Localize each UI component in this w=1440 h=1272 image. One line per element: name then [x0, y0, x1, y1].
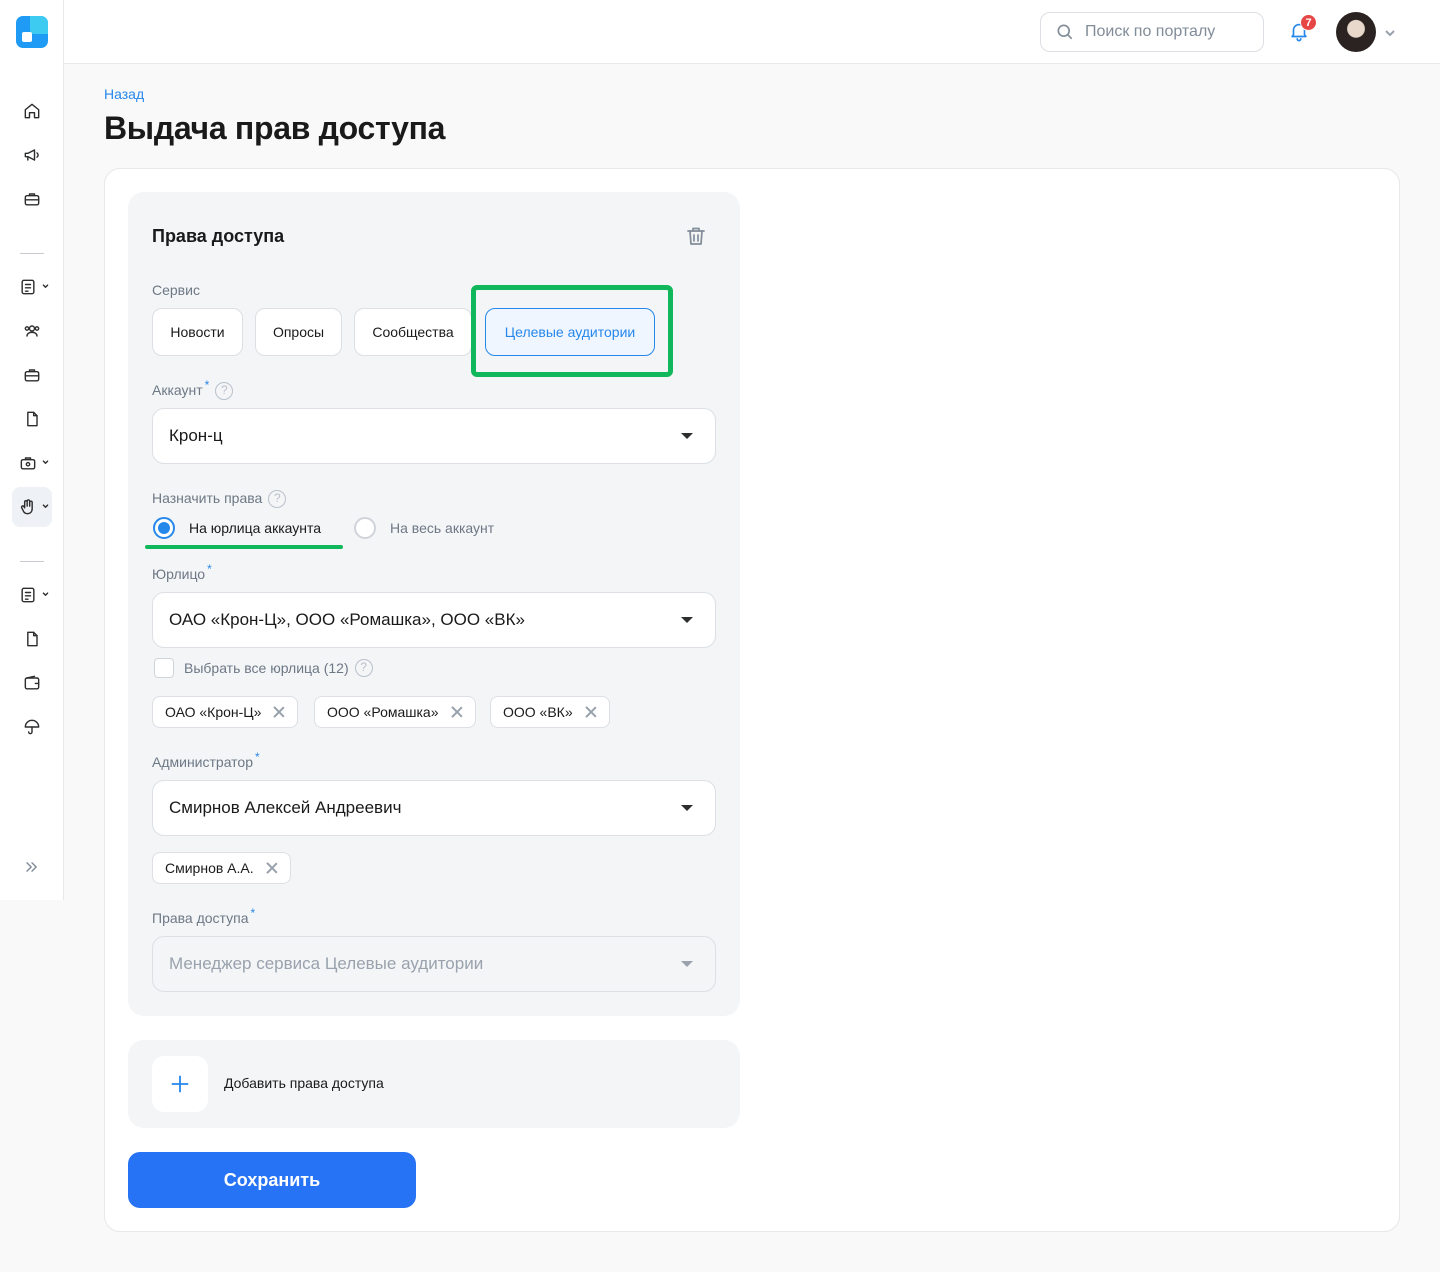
dropdown-caret-icon [681, 433, 693, 439]
trash-icon [687, 227, 705, 245]
help-icon[interactable]: ? [268, 490, 287, 509]
notifications-button[interactable]: 7 [1288, 14, 1317, 44]
select-all-label: Выбрать все юрлица (12) [184, 660, 349, 676]
sidebar-divider [20, 253, 44, 254]
close-icon[interactable] [273, 706, 285, 718]
tag-label: Смирнов А.А. [165, 860, 254, 876]
search-icon [1057, 24, 1073, 40]
document-list-icon[interactable] [12, 575, 52, 615]
plus-icon [171, 1075, 189, 1093]
add-rights-panel[interactable] [128, 1040, 740, 1128]
legal-entity-tag: ОАО «Крон-Ц» [152, 696, 299, 728]
administrator-tag: Смирнов А.А. [152, 852, 291, 884]
profile-menu-button[interactable] [1384, 26, 1396, 38]
legal-entity-tag: ООО «ВК» [490, 696, 610, 728]
legal-entity-label-text: Юрлицо [152, 566, 206, 582]
add-rights-button[interactable] [152, 1056, 208, 1112]
legal-entity-select[interactable]: ОАО «Крон-Ц», ООО «Ромашка», ООО «ВК» [152, 592, 716, 648]
service-label: Сервис [152, 282, 200, 298]
umbrella-icon[interactable] [12, 707, 52, 747]
administrator-label: Администратор * [152, 750, 260, 770]
add-rights-label[interactable]: Добавить права доступа [224, 1075, 384, 1091]
required-mark: * [255, 750, 260, 764]
page-title: Выдача прав доступа [104, 110, 446, 146]
hand-icon[interactable] [12, 487, 52, 527]
chevron-down-icon [42, 460, 49, 464]
close-icon[interactable] [266, 862, 278, 874]
radio-whole-account[interactable]: На весь аккаунт [354, 517, 494, 539]
account-value: Крон-ц [169, 426, 223, 445]
account-label: Аккаунт *? [152, 378, 234, 401]
radio-button-unchecked[interactable] [354, 517, 376, 539]
users-icon[interactable] [12, 311, 52, 351]
administrator-select[interactable]: Смирнов Алексей Андреевич [152, 780, 716, 836]
dropdown-caret-icon [681, 805, 693, 811]
radio-button-checked[interactable] [153, 517, 175, 539]
legal-entity-label: Юрлицо * [152, 562, 212, 582]
file-icon[interactable] [12, 619, 52, 659]
wallet-icon[interactable] [12, 663, 52, 703]
back-link[interactable]: Назад [104, 86, 144, 102]
help-icon[interactable]: ? [354, 659, 373, 677]
sidebar [0, 0, 64, 900]
highlight-underline [145, 545, 343, 549]
administrator-label-text: Администратор [152, 754, 254, 770]
chevron-down-icon [42, 592, 49, 596]
document-list-icon[interactable] [12, 267, 52, 307]
search-input[interactable]: Поиск по порталу [1040, 12, 1264, 52]
search-placeholder: Поиск по порталу [1085, 23, 1216, 40]
service-chip-target-audiences[interactable]: Целевые аудитории [485, 308, 655, 356]
megaphone-icon[interactable] [12, 135, 52, 175]
briefcase-icon[interactable] [12, 179, 52, 219]
close-icon[interactable] [585, 706, 597, 718]
sidebar-divider [20, 561, 44, 562]
legal-entity-value: ОАО «Крон-Ц», ООО «Ромашка», ООО «ВК» [169, 610, 525, 629]
chevron-down-icon [1385, 30, 1395, 37]
service-chip-polls[interactable]: Опросы [255, 308, 342, 356]
tag-label: ОАО «Крон-Ц» [165, 704, 262, 720]
avatar[interactable] [1336, 12, 1376, 52]
assign-rights-label: Назначить права? [152, 490, 287, 509]
toolbox-icon[interactable] [12, 443, 52, 483]
radio-legal-entities-label: На юрлица аккаунта [189, 520, 322, 536]
account-label-text: Аккаунт [152, 382, 203, 398]
app-logo[interactable] [16, 16, 48, 48]
panel-title: Права доступа [152, 226, 285, 246]
chevron-down-icon [42, 504, 49, 508]
expand-sidebar-icon[interactable] [12, 847, 52, 887]
access-rights-label-text: Права доступа [152, 910, 249, 926]
radio-whole-account-label: На весь аккаунт [390, 520, 495, 536]
file-icon[interactable] [12, 399, 52, 439]
close-icon[interactable] [451, 706, 463, 718]
access-rights-select: Менеджер сервиса Целевые аудитории [152, 936, 716, 992]
service-chip-news[interactable]: Новости [152, 308, 243, 356]
delete-button[interactable] [684, 224, 708, 248]
tag-label: ООО «ВК» [503, 704, 573, 720]
assign-rights-label-text: Назначить права [152, 490, 263, 506]
administrator-value: Смирнов Алексей Андреевич [169, 798, 402, 817]
service-chip-communities[interactable]: Сообщества [354, 308, 472, 356]
required-mark: * [207, 562, 212, 576]
home-icon[interactable] [12, 91, 52, 131]
required-mark: * [204, 378, 210, 392]
select-all-legal-entities[interactable]: Выбрать все юрлица (12)? [154, 658, 373, 678]
legal-entity-tag: ООО «Ромашка» [314, 696, 476, 728]
notification-badge: 7 [1300, 14, 1317, 31]
help-icon[interactable]: ? [215, 382, 234, 401]
access-rights-value: Менеджер сервиса Целевые аудитории [169, 954, 484, 973]
dropdown-caret-icon [681, 961, 693, 967]
required-mark: * [250, 906, 256, 920]
dropdown-caret-icon [681, 617, 693, 623]
tag-label: ООО «Ромашка» [327, 704, 439, 720]
access-rights-label: Права доступа * [152, 906, 255, 926]
account-select[interactable]: Крон-ц [152, 408, 716, 464]
briefcase-icon[interactable] [12, 355, 52, 395]
checkbox[interactable] [154, 658, 174, 678]
chevron-down-icon [42, 284, 49, 288]
top-bar: Поиск по порталу 7 [64, 0, 1440, 64]
save-button[interactable]: Сохранить [128, 1152, 416, 1208]
radio-legal-entities[interactable]: На юрлица аккаунта [153, 517, 321, 539]
